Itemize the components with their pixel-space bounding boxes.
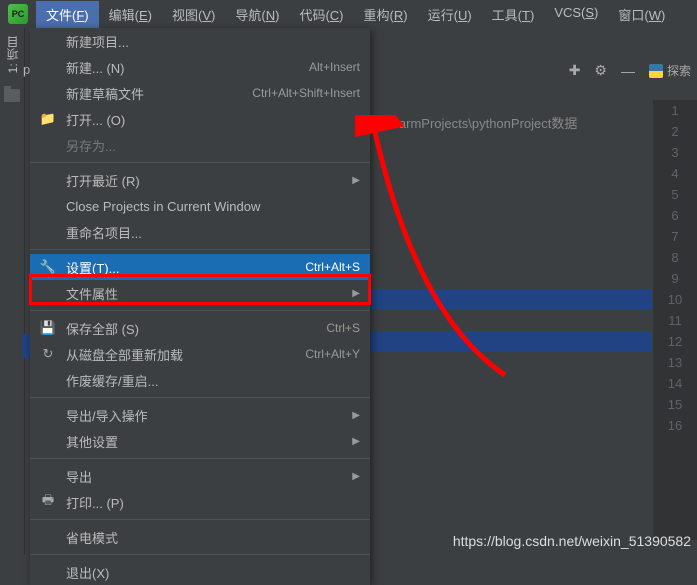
menu-item-8[interactable]: 🔧 设置(T)...Ctrl+Alt+S	[30, 254, 370, 280]
menu-item-label: Close Projects in Current Window	[66, 199, 360, 214]
line-number: 15	[653, 394, 697, 415]
left-sidebar: 1: 项目	[0, 28, 25, 555]
minimize-icon[interactable]: —	[621, 63, 635, 79]
menu-item-shortcut: Ctrl+S	[326, 321, 360, 335]
menu-item-label: 保存全部 (S)	[66, 319, 326, 338]
menu-item-6[interactable]: Close Projects in Current Window	[30, 193, 370, 219]
arrow-annotation	[355, 115, 555, 395]
app-icon: PC	[8, 4, 28, 24]
menu-item-7[interactable]: 重命名项目...	[30, 219, 370, 245]
menu-item-label: 省电模式	[66, 528, 360, 547]
menu-item-2[interactable]: 新建草稿文件Ctrl+Alt+Shift+Insert	[30, 80, 370, 106]
line-number: 10	[653, 289, 697, 310]
menu-item-label: 打开最近 (R)	[66, 171, 344, 190]
line-number: 9	[653, 268, 697, 289]
menu-item-14[interactable]: 其他设置 ▶	[30, 428, 370, 454]
menu-item-label: 新建项目...	[66, 32, 360, 51]
menubar-item-n[interactable]: 导航(N)	[225, 1, 289, 28]
menubar-item-t[interactable]: 工具(T)	[482, 1, 545, 28]
menu-item-4: 另存为...	[30, 132, 370, 158]
wrench-icon: 🔧	[40, 259, 56, 275]
watermark: https://blog.csdn.net/weixin_51390582	[453, 533, 691, 549]
gear-icon[interactable]: ⚙	[594, 62, 607, 79]
menu-item-16[interactable]: 🖶 打印... (P)	[30, 489, 370, 515]
menu-item-shortcut: Alt+Insert	[309, 60, 360, 74]
line-number: 4	[653, 163, 697, 184]
menu-item-1[interactable]: 新建... (N)Alt+Insert	[30, 54, 370, 80]
menubar-item-s[interactable]: VCS(S)	[544, 1, 608, 28]
menu-item-shortcut: Ctrl+Alt+Y	[305, 347, 360, 361]
save-icon: 💾	[40, 320, 56, 336]
line-number: 12	[653, 331, 697, 352]
menu-item-3[interactable]: 📁 打开... (O)	[30, 106, 370, 132]
menu-item-shortcut: Ctrl+Alt+Shift+Insert	[252, 86, 360, 100]
menu-item-label: 重命名项目...	[66, 223, 360, 242]
menu-item-5[interactable]: 打开最近 (R) ▶	[30, 167, 370, 193]
menu-item-15[interactable]: 导出 ▶	[30, 463, 370, 489]
folder-icon: 📁	[40, 111, 56, 127]
line-number: 14	[653, 373, 697, 394]
menu-item-label: 新建草稿文件	[66, 84, 252, 103]
line-number: 1	[653, 100, 697, 121]
menu-item-11[interactable]: ↻ 从磁盘全部重新加载Ctrl+Alt+Y	[30, 341, 370, 367]
menu-item-label: 打开... (O)	[66, 110, 360, 129]
menu-item-0[interactable]: 新建项目...	[30, 28, 370, 54]
menu-item-12[interactable]: 作废缓存/重启...	[30, 367, 370, 393]
submenu-arrow-icon: ▶	[352, 410, 360, 421]
menu-item-label: 导出	[66, 467, 344, 486]
line-number: 16	[653, 415, 697, 436]
explore-tab-label: 探索	[667, 62, 691, 79]
submenu-arrow-icon: ▶	[352, 288, 360, 299]
menubar-item-c[interactable]: 代码(C)	[289, 1, 353, 28]
line-number: 8	[653, 247, 697, 268]
menubar-item-w[interactable]: 窗口(W)	[608, 1, 675, 28]
menu-item-18[interactable]: 退出(X)	[30, 559, 370, 585]
menubar-item-v[interactable]: 视图(V)	[162, 1, 225, 28]
print-icon: 🖶	[40, 494, 56, 510]
line-number: 11	[653, 310, 697, 331]
menu-item-shortcut: Ctrl+Alt+S	[305, 260, 360, 274]
explore-tab[interactable]: 探索	[649, 62, 691, 79]
menu-item-label: 导出/导入操作	[66, 406, 344, 425]
submenu-arrow-icon: ▶	[352, 471, 360, 482]
menu-item-label: 文件属性	[66, 284, 344, 303]
menu-item-17[interactable]: 省电模式	[30, 524, 370, 550]
editor-selected-line	[370, 331, 652, 352]
menubar-item-f[interactable]: 文件(F)	[36, 1, 99, 28]
line-number: 5	[653, 184, 697, 205]
menubar-item-u[interactable]: 运行(U)	[418, 1, 482, 28]
menu-item-10[interactable]: 💾 保存全部 (S)Ctrl+S	[30, 315, 370, 341]
add-icon[interactable]: ✚	[569, 62, 581, 79]
python-icon	[649, 64, 663, 78]
menu-item-label: 新建... (N)	[66, 58, 309, 77]
line-number: 2	[653, 121, 697, 142]
menu-item-label: 设置(T)...	[66, 258, 305, 277]
menubar: PC 文件(F)编辑(E)视图(V)导航(N)代码(C)重构(R)运行(U)工具…	[0, 0, 697, 28]
menu-item-label: 另存为...	[66, 136, 360, 155]
menu-item-9[interactable]: 文件属性 ▶	[30, 280, 370, 306]
editor-toolbar: ✚ ⚙ — 探索	[569, 58, 697, 83]
folder-icon	[4, 89, 20, 102]
submenu-arrow-icon: ▶	[352, 436, 360, 447]
menubar-item-r[interactable]: 重构(R)	[354, 1, 418, 28]
file-menu-dropdown: 新建项目...新建... (N)Alt+Insert新建草稿文件Ctrl+Alt…	[30, 28, 370, 585]
line-gutter: 12345678910111213141516	[652, 100, 697, 540]
menu-item-13[interactable]: 导出/导入操作 ▶	[30, 402, 370, 428]
breadcrumb[interactable]: PycharmProjects\pythonProject数据	[370, 113, 577, 132]
line-number: 7	[653, 226, 697, 247]
line-number: 13	[653, 352, 697, 373]
reload-icon: ↻	[40, 346, 56, 362]
menu-item-label: 退出(X)	[66, 563, 360, 582]
line-number: 3	[653, 142, 697, 163]
menu-item-label: 从磁盘全部重新加载	[66, 345, 305, 364]
menubar-item-e[interactable]: 编辑(E)	[99, 1, 162, 28]
submenu-arrow-icon: ▶	[352, 175, 360, 186]
menu-item-label: 作废缓存/重启...	[66, 371, 360, 390]
line-number: 6	[653, 205, 697, 226]
menu-item-label: 其他设置	[66, 432, 344, 451]
editor-current-line	[370, 289, 652, 310]
menu-item-label: 打印... (P)	[66, 493, 360, 512]
sidebar-project-tab[interactable]: 1: 项目	[0, 28, 25, 81]
